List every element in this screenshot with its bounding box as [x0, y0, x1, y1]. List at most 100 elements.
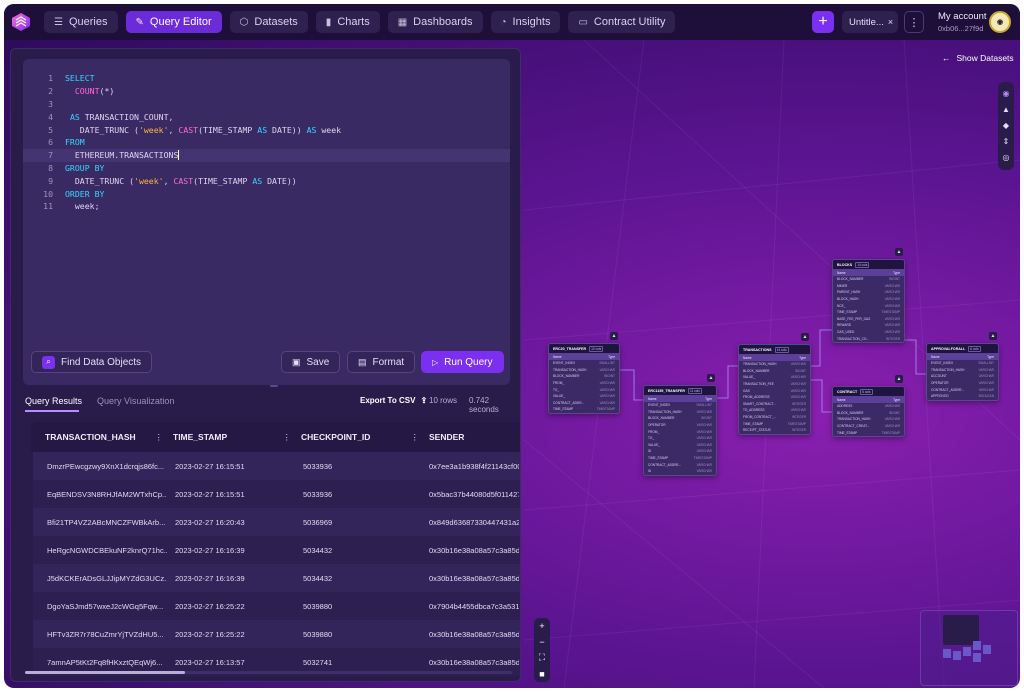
zoom-in-icon[interactable]: + [539, 621, 544, 631]
minimap-block [973, 641, 981, 650]
minimap[interactable] [920, 610, 1018, 686]
code-line[interactable]: 6 FROM [23, 136, 510, 149]
avatar[interactable]: ◉ [989, 11, 1011, 33]
chevron-up-icon[interactable]: ▲ [895, 248, 903, 256]
column-menu-icon[interactable]: ⋮ [155, 432, 164, 443]
code-line[interactable]: 9 DATE_TRUNC ('week', CAST(TIME_STAMP AS… [23, 174, 510, 187]
schema-table-erc1155[interactable]: ERC1155_TRANSFER 11 cols Name Type EVENT_IND… [643, 385, 717, 476]
schema-table-title: APPROVALFORALL [931, 346, 966, 351]
table-row[interactable]: DmzrPEwcgzwy9XnX1dcrqjs86fc... 2023-02-27… [33, 452, 520, 480]
nav-item-dashboards[interactable]: ▦ Dashboards [387, 11, 483, 33]
code-line[interactable]: 11 week; [23, 200, 510, 213]
table-row[interactable]: Bfi21TP4VZ2ABcMNCZFWBkArb... 2023-02-27 1… [33, 508, 520, 536]
chevron-up-icon[interactable]: ▲ [895, 375, 903, 383]
schema-column-type: VARCHAR [884, 424, 900, 429]
nav-item-label: Charts [337, 16, 370, 28]
code-token: CAST [173, 175, 194, 186]
layers-icon[interactable]: ▲ [1002, 105, 1010, 115]
app-window: ☰ Queries ✎ Query Editor ⬡ Datasets ▮ Charts ▦ Da… [4, 4, 1020, 688]
format-button[interactable]: ▤ Format [347, 351, 416, 373]
cursor-icon[interactable]: ◉ [1003, 89, 1010, 99]
lock-icon[interactable]: ■ [539, 669, 544, 679]
code-line[interactable]: 3 [23, 98, 510, 111]
table-row[interactable]: EqBENDSV3N8RHJfAM2WTxhCp... 2023-02-27 16… [33, 480, 520, 508]
query-panel: 1 SELECT 2 COUNT(*) 3 4 AS TRANSACTION_COUNT… [10, 48, 521, 682]
new-tab-button[interactable]: + [812, 11, 834, 33]
schema-column-name: FROM_ [648, 429, 660, 434]
schema-column-row: SMART_CONTRACT... INTEGER [739, 401, 810, 408]
column-header[interactable]: TIME_STAMP ⋮ [173, 422, 301, 452]
schema-column-type: VARCHAR [978, 381, 994, 386]
close-icon[interactable]: × [888, 17, 893, 27]
export-csv-button[interactable]: Export To CSV ⇪ [360, 396, 427, 405]
column-menu-icon[interactable]: ⋮ [411, 432, 420, 443]
schema-column-type: VARCHAR [790, 382, 806, 387]
table-row[interactable]: HFTv3ZR7r78CuZmrYjTVZdHU5... 2023-02-27 1… [33, 620, 520, 648]
code-line[interactable]: 1 SELECT [23, 72, 510, 85]
code-line[interactable]: 2 COUNT(*) [23, 85, 510, 98]
code-area[interactable]: 1 SELECT 2 COUNT(*) 3 4 AS TRANSACTION_COUNT… [23, 72, 510, 213]
table-row[interactable]: J5dKCKErADsGLJJipMYZdG3UCz... 2023-02-27 … [33, 564, 520, 592]
column-header[interactable]: CHECKPOINT_ID ⋮ [301, 422, 429, 452]
nav-item-datasets[interactable]: ⬡ Datasets [229, 11, 308, 33]
more-options-button[interactable]: ⋮ [904, 11, 924, 33]
schema-column-name: MINER [837, 283, 848, 288]
schema-column-name: CONTRACT_ADDRE... [931, 387, 965, 392]
schema-column-name: TRANSACTION_HASH [648, 409, 682, 414]
find-data-objects-button[interactable]: ⌕ Find Data Objects [31, 351, 153, 373]
scrollbar-thumb[interactable] [25, 671, 185, 674]
tab-untitled[interactable]: Untitle... × [842, 11, 898, 33]
code-line[interactable]: 7 ETHEREUM.TRANSACTIONS [23, 148, 510, 162]
fit-icon[interactable]: ⛶ [539, 652, 545, 663]
account-info[interactable]: My account 0xb06...27f9d [938, 11, 988, 33]
schema-column-row: BLOCK_NUMBER BIGINT [549, 373, 619, 380]
table-cell: 0x7ee3a1b938f4f21143cf00 [429, 461, 519, 471]
schema-table-erc20[interactable]: ERC20_TRANSFER 10 cols Name Type EVENT_INDEX… [548, 343, 620, 414]
grid-icon: ▦ [397, 16, 408, 28]
table-cell: 2023-02-27 16:25:22 [175, 629, 245, 639]
table-row[interactable]: DgoYaSJmd57wxeJ2cWGq5Fqw... 2023-02-27 16… [33, 592, 520, 620]
schema-table-blocks[interactable]: BLOCKS 14 cols Name Type BLOCK_NUMBER BIGINT M… [832, 259, 905, 343]
nav-item-insights[interactable]: ◔ Insights [490, 11, 561, 33]
code-line[interactable]: 8 GROUP BY [23, 162, 510, 175]
schema-column-type: VARCHAR [696, 423, 712, 428]
code-line[interactable]: 10 ORDER BY [23, 187, 510, 200]
schema-table-count: 14 cols [855, 261, 870, 268]
schema-column-name: PARENT_HASH [837, 290, 861, 295]
shapes-icon[interactable]: ◆ [1003, 121, 1009, 131]
run-query-button[interactable]: ▷ Run Query [421, 351, 504, 373]
column-menu-icon[interactable]: ⋮ [283, 432, 292, 443]
schema-canvas[interactable]: ← Show Datasets ◉ ▲ ◆ ⇕ ◎ ERC20_TRANSFER… [524, 40, 1020, 688]
horizontal-scrollbar[interactable] [25, 671, 512, 674]
chevron-up-icon[interactable]: ▲ [610, 332, 618, 340]
resize-handle[interactable] [270, 385, 278, 387]
nav-item-queries[interactable]: ☰ Queries [44, 11, 118, 33]
show-datasets-button[interactable]: ← Show Datasets [942, 53, 1014, 63]
nav-item-charts[interactable]: ▮ Charts [315, 11, 380, 33]
sql-editor[interactable]: 1 SELECT 2 COUNT(*) 3 4 AS TRANSACTION_COUNT… [23, 59, 510, 385]
chevron-up-icon[interactable]: ▲ [801, 333, 809, 341]
schema-table-contract[interactable]: CONTRACT 6 cols Name Type ADDRESS VARCHAR BLOC… [832, 386, 905, 437]
tab-query-visualization[interactable]: Query Visualization [97, 396, 174, 406]
tab-query-results[interactable]: Query Results [25, 396, 82, 406]
code-line[interactable]: 4 AS TRANSACTION_COUNT, [23, 110, 510, 123]
column-header[interactable]: SENDER [429, 422, 509, 452]
schema-table-approval[interactable]: APPROVALFORALL 6 cols Name Type EVENT_INDEX S… [926, 343, 999, 401]
column-header[interactable]: TRANSACTION_HASH ⋮ [45, 422, 173, 452]
code-line[interactable]: 5 DATE_TRUNC ('week', CAST(TIME_STAMP AS… [23, 123, 510, 136]
schema-column-row: BLOCK_HASH VARCHAR [833, 296, 904, 303]
app-logo[interactable] [8, 9, 34, 35]
collapse-icon[interactable]: ⇕ [1003, 137, 1010, 147]
zoom-out-icon[interactable]: − [539, 637, 544, 647]
eye-icon[interactable]: ◎ [1003, 153, 1010, 163]
table-row[interactable]: HeRgcNGWDCBEkuNF2knrQ71hc... 2023-02-27 1… [33, 536, 520, 564]
schema-column-name: GAS_USED [837, 330, 855, 335]
nav-item-contract-utility[interactable]: ▭ Contract Utility [568, 11, 676, 33]
save-button[interactable]: ▣ Save [281, 351, 341, 373]
chevron-up-icon[interactable]: ▲ [707, 374, 715, 382]
nav-item-query-editor[interactable]: ✎ Query Editor [125, 11, 222, 33]
schema-column-type: BIGINT [701, 416, 712, 421]
find-data-objects-label: Find Data Objects [61, 356, 142, 368]
chevron-up-icon[interactable]: ▲ [989, 332, 997, 340]
schema-table-transactions[interactable]: TRANSACTIONS 14 cols Name Type TRANSACTION_H… [738, 344, 811, 435]
